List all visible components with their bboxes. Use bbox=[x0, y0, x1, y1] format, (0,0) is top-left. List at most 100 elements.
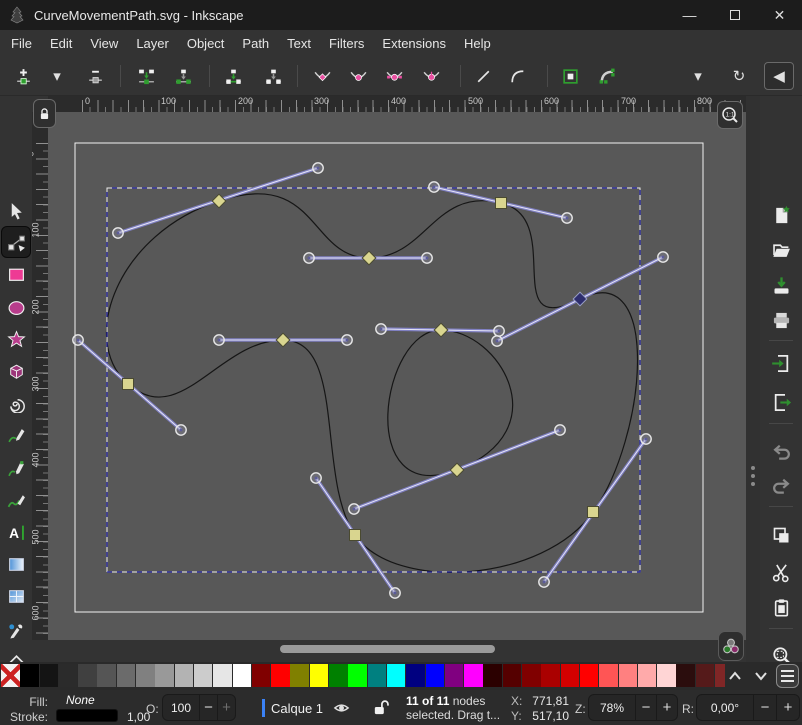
dock-grip-icon[interactable] bbox=[751, 474, 755, 478]
palette-swatch[interactable] bbox=[59, 664, 78, 687]
palette-swatch[interactable] bbox=[445, 664, 464, 687]
palette-swatch[interactable] bbox=[580, 664, 599, 687]
palette-swatch[interactable] bbox=[619, 664, 638, 687]
path-node[interactable] bbox=[573, 292, 587, 306]
palette-swatch[interactable] bbox=[348, 664, 367, 687]
rotation-decrease-button[interactable]: − bbox=[753, 695, 776, 720]
node-auto-button[interactable] bbox=[416, 62, 446, 90]
node-corner-button[interactable] bbox=[307, 62, 337, 90]
pen-tool-button[interactable] bbox=[2, 453, 30, 483]
palette-swatch[interactable] bbox=[20, 664, 39, 687]
fill-value[interactable]: None bbox=[66, 693, 95, 707]
palette-scroll-up-button[interactable] bbox=[724, 667, 746, 685]
selector-tool-button[interactable] bbox=[2, 195, 30, 225]
zoom-spinbox[interactable]: 78% − + bbox=[588, 694, 678, 721]
ellipse-tool-button[interactable] bbox=[2, 292, 30, 322]
palette-swatch[interactable] bbox=[78, 664, 97, 687]
palette-swatch[interactable] bbox=[290, 664, 309, 687]
palette-swatch[interactable] bbox=[368, 664, 387, 687]
bezier-path[interactable] bbox=[106, 194, 637, 573]
zoom-decrease-button[interactable]: − bbox=[635, 695, 656, 720]
open-document-button[interactable] bbox=[767, 235, 795, 265]
stroke-color-swatch[interactable] bbox=[56, 709, 118, 722]
path-node[interactable] bbox=[496, 198, 507, 209]
join-with-segment-button[interactable] bbox=[218, 62, 248, 90]
dock-grip-icon[interactable] bbox=[751, 482, 755, 486]
palette-swatch[interactable] bbox=[194, 664, 213, 687]
show-path-effects-button[interactable]: ↻ bbox=[724, 62, 754, 90]
palette-swatch[interactable] bbox=[696, 664, 715, 687]
rectangle-tool-button[interactable] bbox=[2, 259, 30, 289]
horizontal-scrollbar[interactable] bbox=[48, 640, 746, 657]
dock-grip-icon[interactable] bbox=[751, 466, 755, 470]
menu-text[interactable]: Text bbox=[278, 32, 320, 55]
palette-swatch[interactable] bbox=[387, 664, 406, 687]
cut-button[interactable] bbox=[767, 557, 795, 587]
lock-guides-button[interactable] bbox=[33, 99, 56, 128]
opacity-decrease-button[interactable]: − bbox=[199, 695, 217, 720]
object-to-path-button[interactable] bbox=[555, 62, 585, 90]
palette-swatch[interactable] bbox=[676, 664, 695, 687]
opacity-increase-button[interactable]: + bbox=[217, 695, 235, 720]
path-node[interactable] bbox=[450, 463, 464, 477]
palette-swatch[interactable] bbox=[329, 664, 348, 687]
insert-node-button[interactable] bbox=[8, 62, 38, 90]
redo-button[interactable] bbox=[767, 470, 795, 500]
undo-button[interactable] bbox=[767, 436, 795, 466]
zoom-increase-button[interactable]: + bbox=[656, 695, 677, 720]
opacity-spinbox[interactable]: 100 − + bbox=[162, 694, 236, 721]
palette-scroll-down-button[interactable] bbox=[750, 667, 772, 685]
maximize-button[interactable] bbox=[712, 0, 757, 30]
palette-swatch[interactable] bbox=[503, 664, 522, 687]
palette-swatch[interactable] bbox=[426, 664, 445, 687]
text-tool-button[interactable]: A bbox=[2, 517, 30, 547]
palette-swatch[interactable] bbox=[464, 664, 483, 687]
path-node[interactable] bbox=[276, 333, 290, 347]
menu-view[interactable]: View bbox=[81, 32, 127, 55]
path-node[interactable] bbox=[350, 530, 361, 541]
delete-segment-button[interactable] bbox=[258, 62, 288, 90]
toolbar-overflow-dropdown-button[interactable]: ▾ bbox=[683, 62, 713, 90]
palette-swatch[interactable] bbox=[233, 664, 252, 687]
menu-file[interactable]: File bbox=[2, 32, 41, 55]
palette-swatch[interactable] bbox=[483, 664, 502, 687]
path-node[interactable] bbox=[123, 379, 134, 390]
rotation-spinbox[interactable]: 0,00° − + bbox=[696, 694, 800, 721]
palette-swatch[interactable] bbox=[657, 664, 676, 687]
path-node[interactable] bbox=[434, 323, 448, 337]
insert-node-dropdown-button[interactable]: ▾ bbox=[42, 62, 72, 90]
join-nodes-button[interactable] bbox=[131, 62, 161, 90]
close-button[interactable]: ✕ bbox=[757, 0, 802, 30]
horizontal-ruler[interactable]: 0100200300400500600700800 bbox=[48, 96, 746, 112]
zoom-1to1-button[interactable]: 1:1 bbox=[717, 101, 743, 129]
rotation-value[interactable]: 0,00° bbox=[697, 695, 753, 720]
horizontal-scrollbar-thumb[interactable] bbox=[280, 645, 495, 653]
path-node[interactable] bbox=[212, 194, 226, 208]
new-document-button[interactable] bbox=[767, 200, 795, 230]
palette-swatch[interactable] bbox=[136, 664, 155, 687]
menu-edit[interactable]: Edit bbox=[41, 32, 81, 55]
palette-swatch[interactable] bbox=[541, 664, 560, 687]
node-smooth-button[interactable] bbox=[343, 62, 373, 90]
import-document-button[interactable] bbox=[767, 348, 795, 378]
mesh-tool-button[interactable] bbox=[2, 581, 30, 611]
rotation-increase-button[interactable]: + bbox=[776, 695, 799, 720]
menu-extensions[interactable]: Extensions bbox=[373, 32, 455, 55]
box3d-tool-button[interactable] bbox=[2, 356, 30, 386]
vertical-ruler[interactable]: 0100200300400500600 bbox=[32, 112, 48, 640]
palette-swatch[interactable] bbox=[213, 664, 232, 687]
menu-object[interactable]: Object bbox=[178, 32, 234, 55]
palette-swatch[interactable] bbox=[117, 664, 136, 687]
minimize-button[interactable]: — bbox=[667, 0, 712, 30]
zoom-value[interactable]: 78% bbox=[589, 695, 635, 720]
stroke-to-path-button[interactable] bbox=[592, 62, 622, 90]
export-document-button[interactable] bbox=[767, 387, 795, 417]
segment-curve-button[interactable] bbox=[502, 62, 532, 90]
canvas[interactable] bbox=[48, 112, 746, 640]
palette-swatch[interactable] bbox=[638, 664, 657, 687]
paste-button[interactable] bbox=[767, 592, 795, 622]
segment-line-button[interactable] bbox=[468, 62, 498, 90]
path-node[interactable] bbox=[588, 507, 599, 518]
menu-layer[interactable]: Layer bbox=[127, 32, 178, 55]
calligraphy-tool-button[interactable] bbox=[2, 485, 30, 515]
